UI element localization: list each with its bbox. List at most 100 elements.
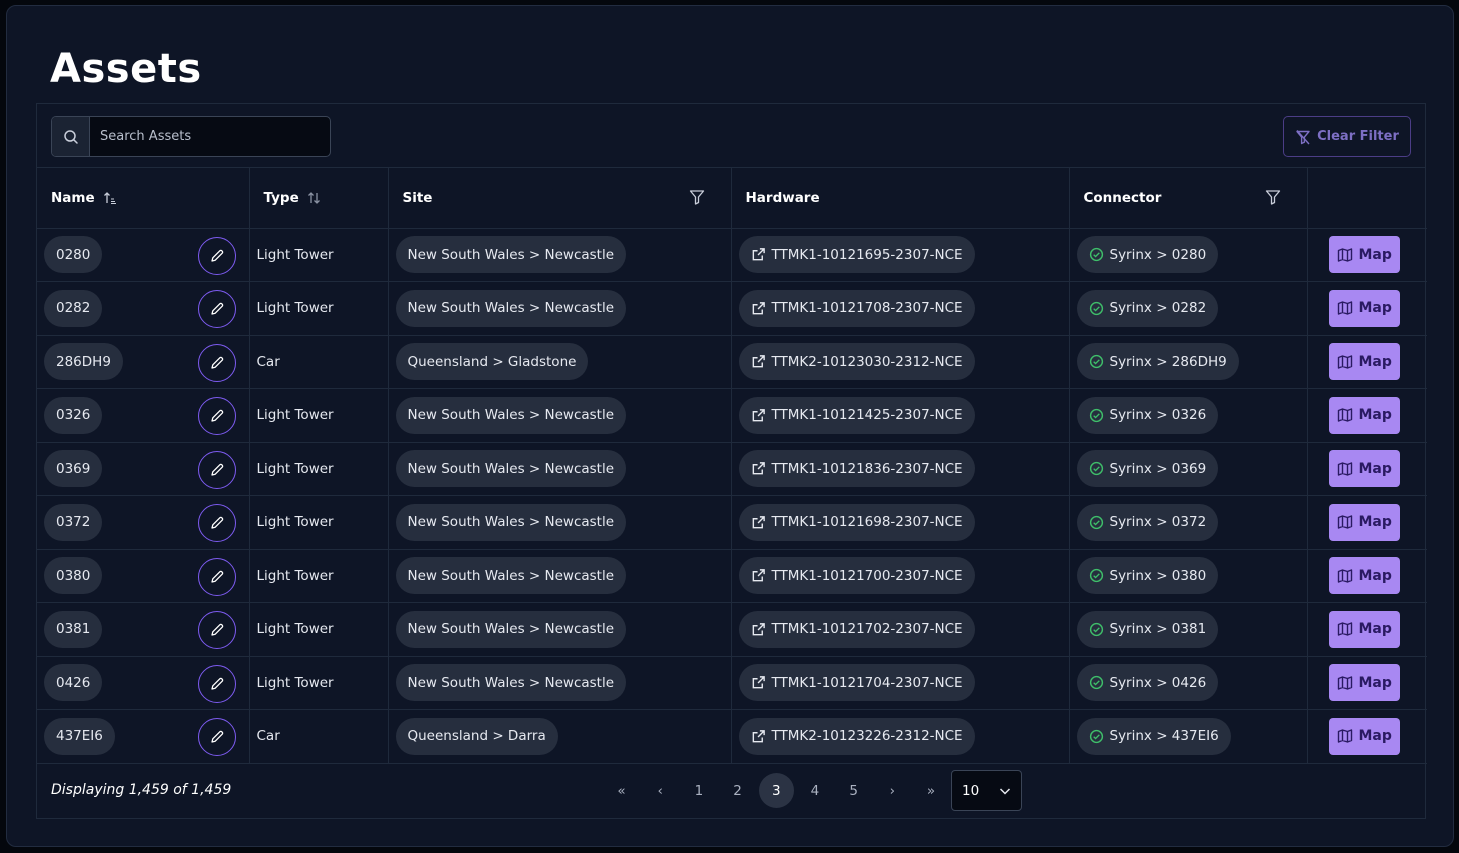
- hardware-link[interactable]: TTMK1-10121695-2307-NCE: [738, 236, 975, 274]
- hardware-link[interactable]: TTMK1-10121700-2307-NCE: [738, 557, 975, 595]
- search-box[interactable]: [51, 116, 331, 157]
- site-pill[interactable]: New South Wales > Newcastle: [395, 503, 627, 541]
- connector-pill[interactable]: Syrinx > 0372: [1076, 503, 1219, 541]
- page-size-select[interactable]: 10: [951, 770, 1022, 811]
- edit-button[interactable]: [197, 290, 236, 328]
- column-header-site[interactable]: Site: [388, 168, 732, 229]
- table-row[interactable]: 0381 Light Tower New South Wales > Newcast…: [37, 602, 1427, 657]
- edit-button[interactable]: [197, 664, 236, 703]
- asset-name-pill[interactable]: 0326: [44, 396, 103, 434]
- map-button[interactable]: Map: [1328, 610, 1400, 648]
- column-header-name-label: Name: [51, 189, 95, 206]
- map-button[interactable]: Map: [1328, 343, 1400, 381]
- edit-button[interactable]: [197, 718, 236, 756]
- table-row[interactable]: 0326 Light Tower New South Wales > Newcast…: [37, 388, 1427, 443]
- hardware-link[interactable]: TTMK1-10121702-2307-NCE: [738, 610, 975, 648]
- asset-name-pill[interactable]: 0372: [44, 503, 103, 541]
- site-pill[interactable]: New South Wales > Newcastle: [395, 450, 627, 488]
- map-button[interactable]: Map: [1328, 664, 1400, 702]
- page-button-4[interactable]: 4: [797, 773, 832, 808]
- edit-button[interactable]: [197, 557, 236, 596]
- site-pill[interactable]: New South Wales > Newcastle: [395, 557, 627, 595]
- cell-type: Light Tower: [249, 228, 389, 282]
- map-label: Map: [1358, 246, 1392, 263]
- edit-button[interactable]: [197, 504, 236, 542]
- connector-pill[interactable]: Syrinx > 0380: [1076, 557, 1219, 595]
- first-page-button[interactable]: «: [604, 773, 639, 808]
- site-pill[interactable]: New South Wales > Newcastle: [395, 289, 627, 327]
- edit-button[interactable]: [197, 450, 236, 489]
- table-row[interactable]: 286DH9 Car Queensland > Gladstone TTMK2-101…: [37, 335, 1427, 389]
- table-row[interactable]: 437EI6 Car Queensland > Darra TTMK2-1012322…: [37, 709, 1427, 764]
- asset-name-pill[interactable]: 437EI6: [44, 717, 115, 755]
- hardware-link[interactable]: TTMK1-10121836-2307-NCE: [738, 450, 975, 488]
- hardware-link[interactable]: TTMK1-10121698-2307-NCE: [738, 503, 975, 541]
- cell-type: Light Tower: [249, 388, 389, 443]
- table-row[interactable]: 0380 Light Tower New South Wales > Newcast…: [37, 549, 1427, 603]
- table-row[interactable]: 0426 Light Tower New South Wales > Newcast…: [37, 656, 1427, 710]
- column-header-name[interactable]: Name: [37, 168, 250, 229]
- map-button[interactable]: Map: [1328, 503, 1400, 541]
- check-circle-icon: [1089, 248, 1103, 262]
- connector-filter-icon[interactable]: [1265, 189, 1281, 205]
- site-pill[interactable]: New South Wales > Newcastle: [395, 610, 627, 648]
- edit-button[interactable]: [197, 397, 236, 435]
- site-pill[interactable]: New South Wales > Newcastle: [395, 664, 627, 702]
- asset-name-pill[interactable]: 286DH9: [44, 343, 123, 381]
- page-button-1[interactable]: 1: [681, 773, 716, 808]
- map-label: Map: [1358, 460, 1392, 477]
- hardware-link[interactable]: TTMK1-10121704-2307-NCE: [738, 664, 975, 702]
- table-row[interactable]: 0369 Light Tower New South Wales > Newcast…: [37, 442, 1427, 496]
- connector-pill[interactable]: Syrinx > 0282: [1076, 289, 1219, 327]
- table-row[interactable]: 0372 Light Tower New South Wales > Newcast…: [37, 495, 1427, 550]
- site-pill[interactable]: New South Wales > Newcastle: [395, 236, 627, 274]
- connector-pill[interactable]: Syrinx > 0369: [1076, 450, 1219, 488]
- next-page-button[interactable]: ›: [875, 773, 910, 808]
- page-button-5[interactable]: 5: [836, 773, 871, 808]
- page-button-2[interactable]: 2: [720, 773, 755, 808]
- edit-button[interactable]: [197, 343, 236, 382]
- page-button-3[interactable]: 3: [758, 773, 794, 808]
- map-button[interactable]: Map: [1328, 450, 1400, 488]
- map-button[interactable]: Map: [1328, 396, 1400, 434]
- asset-name-pill[interactable]: 0280: [44, 236, 103, 274]
- prev-page-button[interactable]: ‹: [643, 773, 678, 808]
- asset-name-pill[interactable]: 0426: [44, 664, 103, 702]
- last-page-button[interactable]: »: [914, 773, 949, 808]
- column-header-hardware[interactable]: Hardware: [731, 168, 1070, 229]
- search-input[interactable]: [90, 117, 330, 156]
- connector-pill[interactable]: Syrinx > 0326: [1076, 396, 1219, 434]
- asset-name-pill[interactable]: 0380: [44, 557, 103, 595]
- site-pill[interactable]: Queensland > Darra: [395, 717, 558, 755]
- map-button[interactable]: Map: [1328, 557, 1400, 595]
- hardware-link[interactable]: TTMK1-10121425-2307-NCE: [738, 396, 975, 434]
- column-header-type[interactable]: Type: [249, 168, 389, 229]
- site-pill[interactable]: Queensland > Gladstone: [395, 343, 589, 381]
- site-filter-icon[interactable]: [689, 189, 705, 205]
- hardware-label: TTMK1-10121700-2307-NCE: [771, 567, 963, 584]
- asset-name-pill[interactable]: 0282: [44, 289, 103, 327]
- hardware-label: TTMK1-10121425-2307-NCE: [771, 407, 963, 424]
- clear-filter-button[interactable]: Clear Filter: [1283, 116, 1411, 157]
- hardware-link[interactable]: TTMK2-10123030-2312-NCE: [738, 343, 975, 381]
- edit-button[interactable]: [197, 611, 236, 649]
- connector-pill[interactable]: Syrinx > 437EI6: [1076, 717, 1231, 755]
- asset-name-pill[interactable]: 0381: [44, 610, 103, 648]
- asset-name-pill[interactable]: 0369: [44, 450, 103, 488]
- map-button[interactable]: Map: [1328, 717, 1400, 755]
- map-button[interactable]: Map: [1328, 289, 1400, 327]
- column-header-connector[interactable]: Connector: [1069, 168, 1308, 229]
- connector-pill[interactable]: Syrinx > 286DH9: [1076, 343, 1239, 381]
- table-row[interactable]: 0282 Light Tower New South Wales > Newcast…: [37, 281, 1427, 336]
- hardware-link[interactable]: TTMK2-10123226-2312-NCE: [738, 717, 975, 755]
- connector-pill[interactable]: Syrinx > 0280: [1076, 236, 1219, 274]
- asset-name: 437EI6: [56, 728, 103, 745]
- connector-label: Syrinx > 286DH9: [1109, 353, 1227, 370]
- connector-pill[interactable]: Syrinx > 0381: [1076, 610, 1219, 648]
- site-pill[interactable]: New South Wales > Newcastle: [395, 396, 627, 434]
- table-row[interactable]: 0280 Light Tower New South Wales > Newcast…: [37, 228, 1427, 282]
- edit-button[interactable]: [197, 236, 236, 275]
- connector-pill[interactable]: Syrinx > 0426: [1076, 664, 1219, 702]
- hardware-link[interactable]: TTMK1-10121708-2307-NCE: [738, 289, 975, 327]
- map-button[interactable]: Map: [1328, 236, 1400, 274]
